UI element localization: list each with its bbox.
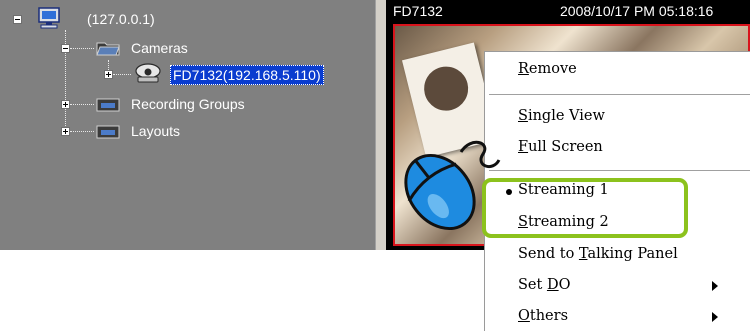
tree-connector (70, 131, 94, 132)
streaming-options-highlight (482, 178, 688, 238)
folder-icon (96, 42, 120, 56)
tree-connector (113, 74, 131, 75)
menu-item-send-to-talking-panel[interactable]: Send to Talking Panel (518, 246, 678, 262)
tree-root-label[interactable]: (127.0.0.1) (87, 8, 155, 30)
menu-item-set-do[interactable]: Set DO (518, 277, 570, 293)
computer-icon (38, 7, 60, 29)
device-tree-panel: (127.0.0.1) Cameras FD7132(192.168.5.110… (0, 0, 375, 250)
selected-camera-label: FD7132(192.168.5.110) (170, 65, 324, 85)
camera-icon (135, 63, 161, 83)
menu-item-remove[interactable]: Remove (518, 61, 577, 77)
tree-item-recording-groups[interactable]: Recording Groups (131, 93, 245, 115)
tree-connector (70, 104, 94, 105)
video-camera-name: FD7132 (393, 3, 443, 19)
expand-toggle-camera[interactable] (104, 70, 113, 79)
panel-divider[interactable] (375, 0, 386, 250)
expand-toggle-layouts[interactable] (61, 127, 70, 136)
folder-icon (96, 125, 120, 139)
menu-item-full-screen[interactable]: Full Screen (518, 139, 603, 155)
expand-toggle-recording-groups[interactable] (61, 100, 70, 109)
mouse-icon (404, 140, 501, 231)
collapse-toggle-root[interactable] (13, 15, 22, 24)
video-timestamp: 2008/10/17 PM 05:18:16 (560, 3, 714, 19)
tree-item-layouts[interactable]: Layouts (131, 120, 180, 142)
collapse-toggle-cameras[interactable] (61, 44, 70, 53)
tree-item-camera-device[interactable]: FD7132(192.168.5.110) (170, 64, 324, 86)
menu-separator (489, 170, 750, 172)
tree-item-cameras[interactable]: Cameras (131, 37, 188, 59)
tree-connector (70, 48, 94, 49)
submenu-arrow-icon (712, 281, 718, 291)
submenu-arrow-icon (712, 312, 718, 322)
menu-separator (489, 94, 750, 96)
menu-item-single-view[interactable]: Single View (518, 108, 605, 124)
folder-icon (96, 98, 120, 112)
menu-item-others[interactable]: Others (518, 308, 568, 324)
